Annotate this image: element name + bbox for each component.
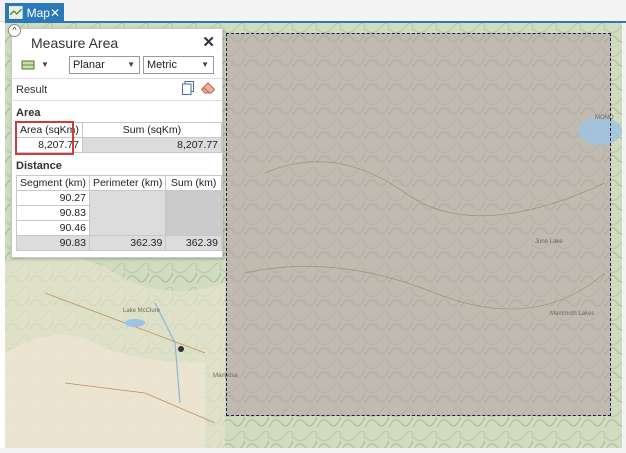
table-row: 90.27 (16, 190, 222, 236)
map-icon (9, 6, 23, 19)
chevron-down-icon: ▼ (201, 60, 209, 69)
segment-value: 90.83 (16, 205, 90, 221)
segment-value: 90.46 (16, 220, 90, 236)
collapse-panel-button[interactable]: ^ (8, 24, 21, 37)
sum-empty-cell (165, 190, 222, 236)
divider (12, 100, 222, 101)
area-value-highlight (15, 121, 74, 155)
tab-map[interactable]: Map ✕ (5, 3, 64, 22)
distance-section-heading: Distance (16, 160, 62, 172)
area-sum-header: Sum (sqKm) (81, 122, 223, 138)
segment-value: 90.27 (16, 190, 90, 206)
clear-eraser-icon[interactable] (201, 82, 215, 94)
table-row: 90.83 362.39 362.39 (16, 235, 222, 251)
distance-table: Segment (km) Perimeter (km) Sum (km) 90.… (16, 175, 222, 251)
measure-mode-value: Planar (73, 59, 105, 71)
measure-area-panel: Measure Area ✕ ▼ Planar ▼ Metric ▼ Resul… (11, 28, 223, 258)
measure-area-tool-icon[interactable] (21, 59, 35, 71)
area-selection-rectangle[interactable] (226, 33, 611, 416)
chevron-down-icon: ▼ (127, 60, 135, 69)
tab-close-icon[interactable]: ✕ (50, 7, 60, 19)
map-tab-strip: Map ✕ (0, 0, 626, 22)
divider (12, 78, 222, 79)
perimeter-empty-cell (88, 190, 167, 236)
map-frame-right (622, 23, 626, 453)
sum-header: Sum (km) (165, 175, 222, 191)
copy-icon[interactable] (182, 81, 194, 95)
tool-dropdown-caret-icon[interactable]: ▼ (41, 60, 49, 69)
perimeter-value: 362.39 (88, 235, 167, 251)
perimeter-header: Perimeter (km) (88, 175, 167, 191)
area-section-heading: Area (16, 107, 41, 119)
panel-close-icon[interactable]: ✕ (202, 33, 215, 51)
measure-mode-select[interactable]: Planar ▼ (69, 56, 140, 74)
sum-value: 362.39 (165, 235, 222, 251)
tab-map-label: Map (26, 5, 50, 20)
map-label-lake: Lake McClure (123, 308, 161, 314)
area-sum-value: 8,207.77 (81, 137, 223, 153)
segment-header: Segment (km) (16, 175, 90, 191)
map-frame-bottom (0, 448, 626, 453)
units-value: Metric (147, 59, 177, 71)
units-select[interactable]: Metric ▼ (143, 56, 214, 74)
panel-title: Measure Area (31, 35, 119, 51)
result-label: Result (16, 84, 48, 96)
segment-value: 90.83 (16, 235, 90, 251)
